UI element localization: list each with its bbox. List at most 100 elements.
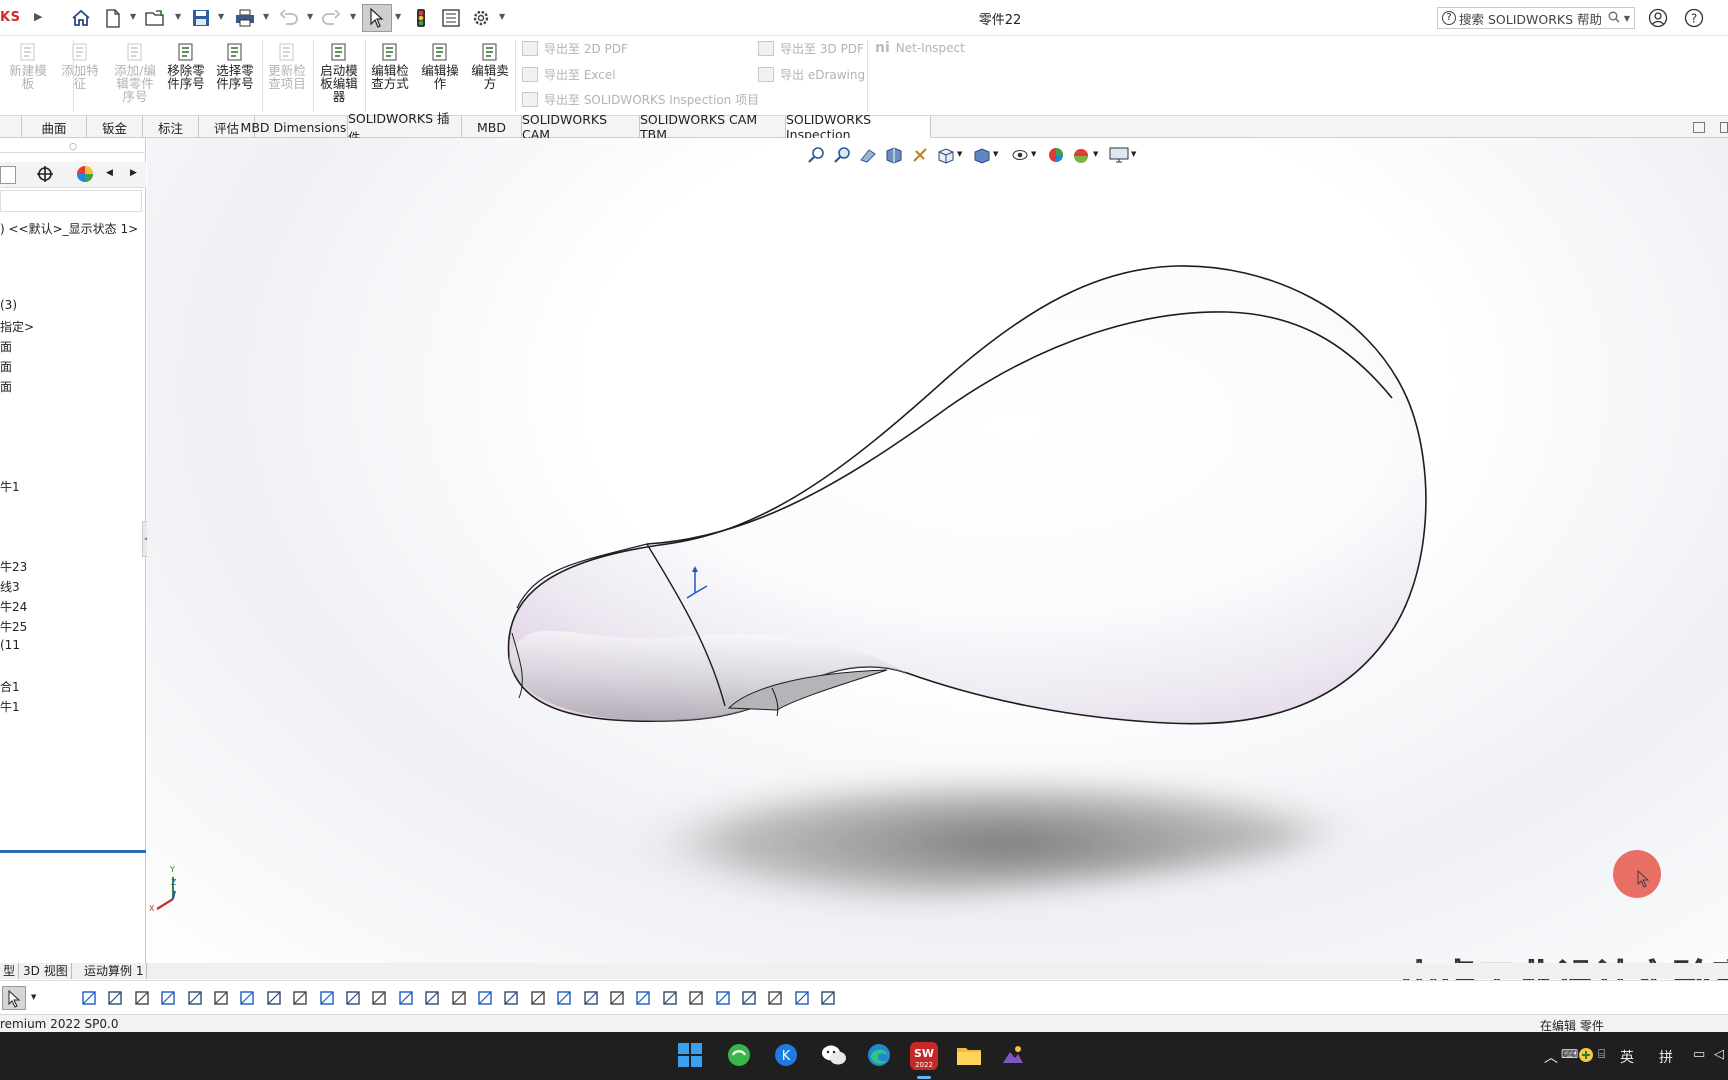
sketch-pin-right-icon[interactable] <box>740 989 758 1007</box>
sketch-slot-icon[interactable] <box>159 989 177 1007</box>
sketch-corner-icon[interactable] <box>291 989 309 1007</box>
sketch-bars-icon[interactable] <box>582 989 600 1007</box>
sketch-paint-icon[interactable] <box>423 989 441 1007</box>
export-3d-pdf-button[interactable]: 导出至 3D PDF <box>758 40 864 57</box>
sketch-centerline-icon[interactable] <box>106 989 124 1007</box>
feature-tree-item[interactable]: 牛1 <box>0 698 20 715</box>
photos-app-icon[interactable] <box>1000 1042 1028 1070</box>
sketch-ruler-icon[interactable] <box>634 989 652 1007</box>
feature-tree-item[interactable]: 面 <box>0 338 12 355</box>
save-icon[interactable] <box>190 7 212 29</box>
tab-3d-views[interactable]: 3D 视图 <box>20 963 72 979</box>
sketch-flag-left-icon[interactable] <box>793 989 811 1007</box>
select-tool-dropdown-icon[interactable]: ▼ <box>31 993 36 1001</box>
sketch-bar-icon[interactable] <box>238 989 256 1007</box>
ime-language-label[interactable]: 英 <box>1620 1047 1634 1067</box>
sketch-angle-line-icon[interactable] <box>318 989 336 1007</box>
undo-icon[interactable] <box>278 7 300 29</box>
print-icon[interactable] <box>234 7 256 29</box>
options-gear-icon[interactable] <box>470 7 492 29</box>
tab-surface[interactable]: 曲面 <box>22 116 87 138</box>
sketch-sketch-line-icon[interactable] <box>212 989 230 1007</box>
feature-tree-item[interactable]: 指定> <box>0 318 34 335</box>
sketch-circle-target-icon[interactable] <box>370 989 388 1007</box>
help-search-input[interactable]: ? 搜索 SOLIDWORKS 帮助 ▼ <box>1437 7 1635 29</box>
wechat-icon[interactable] <box>820 1042 848 1070</box>
launch-template-editor-button[interactable]: 启动模 板编辑器 <box>316 42 362 103</box>
search-dropdown-icon[interactable]: ▼ <box>1624 14 1630 23</box>
tray-expand-icon[interactable]: ︿ <box>1544 1047 1558 1067</box>
window-restore-icon[interactable] <box>1693 122 1705 133</box>
feature-tree-item[interactable]: 合1 <box>0 678 20 695</box>
network-icon[interactable]: ▭ <box>1693 1047 1705 1062</box>
rebuild-traffic-light-icon[interactable] <box>410 7 432 29</box>
sketch-curve-icon[interactable] <box>555 989 573 1007</box>
saddle-body[interactable] <box>507 265 1427 725</box>
sketch-label-tag-icon[interactable] <box>476 989 494 1007</box>
ime-mode-icon[interactable]: ⌸ <box>1598 1047 1605 1062</box>
browser-360-icon[interactable] <box>726 1042 754 1070</box>
help-icon[interactable]: ? <box>1683 7 1705 29</box>
tray-app-icon[interactable] <box>1578 1047 1594 1067</box>
user-account-icon[interactable] <box>1647 7 1669 29</box>
sketch-monitor-icon[interactable] <box>766 989 784 1007</box>
sketch-search-ring-icon[interactable] <box>608 989 626 1007</box>
feature-tree-item[interactable]: 线3 <box>0 578 20 595</box>
tab-solidworks-cam[interactable]: SOLIDWORKS CAM <box>522 112 640 142</box>
select-dropdown-icon[interactable]: ▼ <box>395 12 401 21</box>
sketch-check-icon[interactable] <box>450 989 468 1007</box>
tab-solidworks-addins[interactable]: SOLIDWORKS 插件 <box>348 111 462 145</box>
solidworks-taskbar-icon[interactable]: SW 2022 <box>910 1042 938 1070</box>
feature-tree-item[interactable]: (3) <box>0 298 17 312</box>
panel-toggle-icon[interactable] <box>1720 122 1728 133</box>
config-display-state-line[interactable]: ) <<默认>_显示状态 1> <box>0 220 138 237</box>
app-brand[interactable]: KS <box>0 10 20 25</box>
tab-model[interactable]: 型 <box>0 963 20 979</box>
tab-scroll-right-icon[interactable]: ▶ <box>130 168 137 178</box>
sketch-diagonal-icon[interactable] <box>344 989 362 1007</box>
tab-mbd-dimensions[interactable]: MBD Dimensions <box>240 116 348 138</box>
net-inspect-button[interactable]: ni Net-Inspect <box>875 40 965 56</box>
edit-operations-button[interactable]: 编辑操作 <box>417 42 463 90</box>
edit-vendor-button[interactable]: 编辑卖方 <box>467 42 513 90</box>
home-icon[interactable] <box>70 7 92 29</box>
feature-tree-item[interactable]: 面 <box>0 378 12 395</box>
tab-sheet-metal[interactable]: 钣金 <box>87 116 143 138</box>
sketch-3d-box-icon[interactable] <box>186 989 204 1007</box>
select-tool-button[interactable] <box>2 986 26 1010</box>
tab-hidden-left[interactable] <box>0 116 22 138</box>
export-2d-pdf-button[interactable]: 导出至 2D PDF <box>522 40 628 57</box>
sketch-dot-icon[interactable] <box>265 989 283 1007</box>
sketch-flag-right-icon[interactable] <box>819 989 837 1007</box>
ime-toolbar-icon[interactable]: ⌨ <box>1561 1047 1578 1061</box>
select-balloon-button[interactable]: 选择零 件序号 <box>212 42 258 90</box>
sketch-globe-icon[interactable] <box>687 989 705 1007</box>
feature-tree-item[interactable]: 牛25 <box>0 618 27 635</box>
export-excel-button[interactable]: 导出至 Excel <box>522 66 616 83</box>
remove-balloon-button[interactable]: 移除零 件序号 <box>163 42 209 90</box>
open-folder-icon[interactable] <box>145 7 167 29</box>
model-3d-view[interactable] <box>147 138 1728 966</box>
sketch-text-a-icon[interactable] <box>529 989 547 1007</box>
feature-tree-item[interactable]: 面 <box>0 358 12 375</box>
ime-pinyin-label[interactable]: 拼 <box>1659 1047 1673 1067</box>
tab-mbd[interactable]: MBD <box>462 116 522 138</box>
new-template-button[interactable]: 新建模板 <box>5 42 51 90</box>
file-properties-icon[interactable] <box>440 7 462 29</box>
graphics-viewport[interactable]: ▼ ▼ ▼ ▼ ▼ Y X Z <box>147 138 1728 966</box>
sketch-grid-square-icon[interactable] <box>397 989 415 1007</box>
search-icon[interactable] <box>1608 11 1620 26</box>
sketch-magnifier-icon[interactable] <box>502 989 520 1007</box>
export-inspection-project-button[interactable]: 导出至 SOLIDWORKS Inspection 项目 <box>522 91 759 108</box>
add-feature-button[interactable]: 添加特征 <box>57 42 103 90</box>
sketch-point-icon[interactable] <box>80 989 98 1007</box>
redo-dropdown-icon[interactable]: ▼ <box>350 12 356 21</box>
export-edrawing-button[interactable]: 导出 eDrawing <box>758 66 865 83</box>
windows-start-icon[interactable] <box>677 1042 705 1070</box>
new-dropdown-icon[interactable]: ▼ <box>130 12 136 21</box>
edge-browser-icon[interactable] <box>866 1042 894 1070</box>
volume-icon[interactable]: ◁ <box>1714 1047 1724 1062</box>
file-explorer-icon[interactable] <box>955 1042 983 1070</box>
sketch-pin-left-icon[interactable] <box>714 989 732 1007</box>
select-pointer-icon[interactable] <box>362 4 392 32</box>
